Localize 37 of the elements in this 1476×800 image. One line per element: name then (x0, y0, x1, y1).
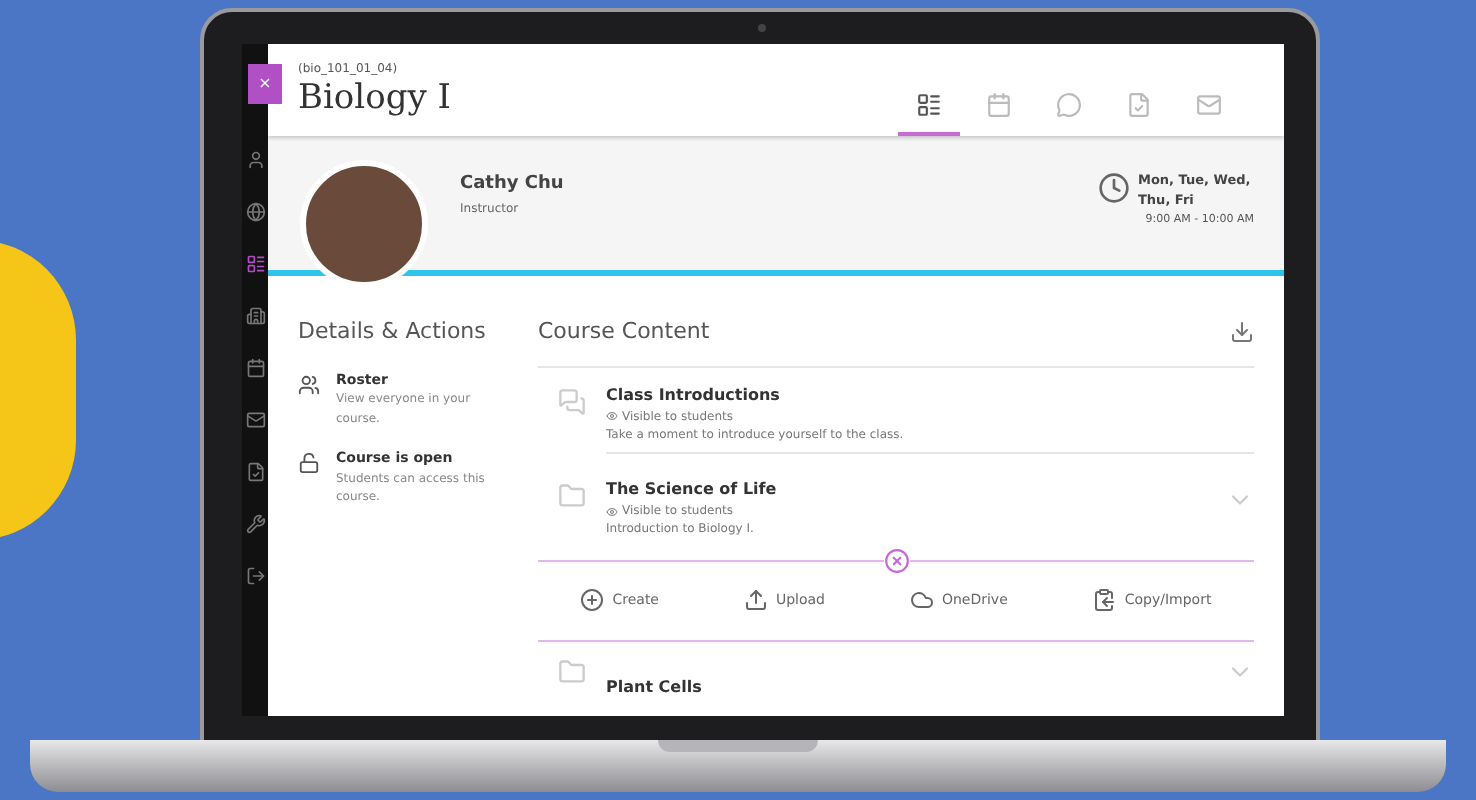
detail-icon (298, 373, 320, 395)
content-heading: Course Content (538, 316, 710, 348)
tab-icon (916, 91, 942, 117)
content-item-icon (558, 482, 586, 511)
instructor-name: Cathy Chu (460, 172, 564, 198)
detail-icon (298, 452, 320, 475)
tab-icon (1196, 91, 1222, 117)
close-tab[interactable]: × (248, 64, 282, 104)
sidebar-nav-icon[interactable] (245, 408, 265, 432)
sidebar-nav-icon[interactable] (245, 460, 265, 484)
sidebar-nav-icon[interactable] (245, 356, 265, 380)
action-icon (743, 588, 768, 613)
sidebar-nav-icon[interactable] (245, 252, 265, 276)
content-item-icon (558, 387, 586, 415)
content-item-title[interactable]: The Science of Life (606, 478, 777, 503)
close-icon[interactable] (884, 547, 910, 574)
sidebar-nav-icon[interactable] (245, 564, 265, 588)
sidebar-nav-icon[interactable] (245, 304, 265, 328)
content-item-title[interactable]: Plant Cells (606, 677, 702, 696)
sidebar-nav-icon[interactable] (245, 148, 265, 172)
content-item-icon (558, 657, 586, 686)
details-heading: Details & Actions (298, 316, 488, 348)
tab-icon (1126, 91, 1152, 117)
clock-icon (1098, 172, 1130, 204)
laptop-camera-icon (758, 24, 766, 32)
eye-icon (606, 505, 618, 518)
sidebar-nav-icon[interactable] (245, 512, 265, 536)
action-icon (580, 588, 605, 613)
action-icon (1092, 588, 1117, 613)
action-icon (909, 588, 934, 613)
eye-icon (606, 410, 618, 422)
tab-icon (1056, 91, 1082, 117)
course-title: Biology I (298, 77, 451, 120)
content-item-title[interactable]: Class Introductions (606, 383, 780, 407)
download-icon[interactable] (1230, 320, 1254, 345)
tab-icon (986, 91, 1012, 117)
sidebar-nav-icon[interactable] (245, 200, 265, 224)
